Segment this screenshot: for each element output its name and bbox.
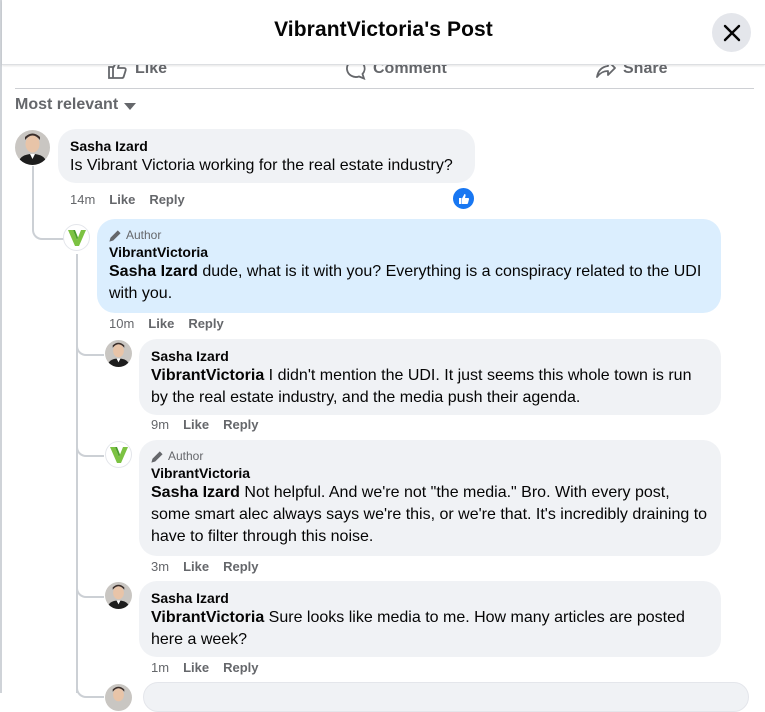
dialog-title-text: VibrantVictoria's Post [274, 18, 493, 41]
thumbs-up-icon [458, 193, 469, 204]
chevron-down-icon [124, 102, 137, 110]
comment-text: Sasha Izard dude, what is it with you? E… [109, 261, 709, 305]
sort-label: Most relevant [15, 96, 119, 113]
thread-curve-3 [76, 578, 104, 598]
comment-time[interactable]: 3m [151, 559, 169, 574]
comment-time[interactable]: 14m [70, 192, 95, 207]
comment-author-name[interactable]: Sasha Izard [151, 347, 709, 365]
vibrantvictoria-avatar[interactable] [105, 441, 132, 468]
comment-bubble: Sasha Izard VibrantVictoria Sure looks l… [139, 581, 721, 657]
reply-button[interactable]: Reply [223, 417, 258, 432]
author-badge: Author [151, 448, 709, 464]
comment-author-name[interactable]: Sasha Izard [151, 589, 709, 607]
like-button[interactable]: Like [183, 660, 209, 675]
author-comment-bubble: Author VibrantVictoria Sasha Izard dude,… [97, 219, 721, 313]
avatar[interactable] [105, 340, 132, 367]
thread-curve-2 [76, 437, 104, 457]
user-photo-icon [105, 582, 132, 609]
comment-input-box[interactable] [143, 682, 749, 712]
mention-link[interactable]: Sasha Izard [109, 263, 198, 280]
vibrantvictoria-logo-icon [109, 446, 128, 463]
comment-meta: 10m Like Reply [109, 316, 224, 331]
thread-curve-1 [76, 336, 104, 356]
comment-time[interactable]: 9m [151, 417, 169, 432]
thread-curve-reply [32, 210, 64, 240]
window-edge [0, 0, 2, 693]
author-badge: Author [109, 227, 709, 243]
reply-button[interactable]: Reply [149, 192, 184, 207]
avatar[interactable] [15, 130, 50, 165]
close-dialog-button[interactable] [712, 13, 751, 52]
mention-link[interactable]: VibrantVictoria [151, 367, 264, 384]
avatar[interactable] [105, 684, 132, 711]
pencil-icon [109, 229, 121, 242]
comment-author-name[interactable]: VibrantVictoria [151, 464, 709, 482]
author-badge-label: Author [168, 449, 204, 463]
vibrantvictoria-avatar[interactable] [63, 224, 90, 251]
comment-author-name[interactable]: VibrantVictoria [109, 243, 709, 261]
like-button[interactable]: Like [109, 192, 135, 207]
comment-bubble: Sasha Izard VibrantVictoria I didn't men… [139, 339, 721, 415]
mention-link[interactable]: Sasha Izard [151, 484, 240, 501]
comment-meta: 9m Like Reply [151, 417, 258, 432]
reply-button[interactable]: Reply [223, 559, 258, 574]
reply-button[interactable]: Reply [188, 316, 223, 331]
avatar[interactable] [105, 582, 132, 609]
comment-body: dude, what is it with you? Everything is… [109, 263, 702, 302]
comment-text: VibrantVictoria Sure looks like media to… [151, 607, 709, 651]
mention-link[interactable]: VibrantVictoria [151, 609, 264, 626]
comment-meta: 14m Like Reply [70, 192, 185, 207]
comment-text: Is Vibrant Victoria working for the real… [70, 157, 453, 174]
comment-time[interactable]: 10m [109, 316, 134, 331]
user-photo-icon [15, 130, 50, 165]
comment-meta: 3m Like Reply [151, 559, 258, 574]
like-reaction-badge[interactable] [451, 186, 476, 211]
comment-author-name[interactable]: Sasha Izard [70, 137, 463, 155]
sort-dropdown[interactable]: Most relevant [15, 96, 137, 114]
author-comment-bubble: Author VibrantVictoria Sasha Izard Not h… [139, 440, 721, 556]
pencil-icon [151, 450, 163, 463]
like-button[interactable]: Like [148, 316, 174, 331]
like-button[interactable]: Like [183, 417, 209, 432]
vibrantvictoria-logo-icon [67, 229, 86, 246]
comment-time[interactable]: 1m [151, 660, 169, 675]
comment-text: VibrantVictoria I didn't mention the UDI… [151, 365, 709, 409]
comment-bubble: Sasha Izard Is Vibrant Victoria working … [58, 129, 475, 183]
user-photo-icon [105, 340, 132, 367]
author-badge-label: Author [126, 228, 162, 242]
reply-button[interactable]: Reply [223, 660, 258, 675]
user-photo-icon [105, 684, 132, 711]
thread-line-nested [76, 254, 78, 693]
header-overlay: VibrantVictoria's Post [2, 0, 765, 65]
comment-meta: 1m Like Reply [151, 660, 258, 675]
comment-text: Sasha Izard Not helpful. And we're not "… [151, 482, 709, 548]
like-button[interactable]: Like [183, 559, 209, 574]
thread-curve-4 [76, 678, 104, 698]
close-x-icon [723, 24, 740, 41]
